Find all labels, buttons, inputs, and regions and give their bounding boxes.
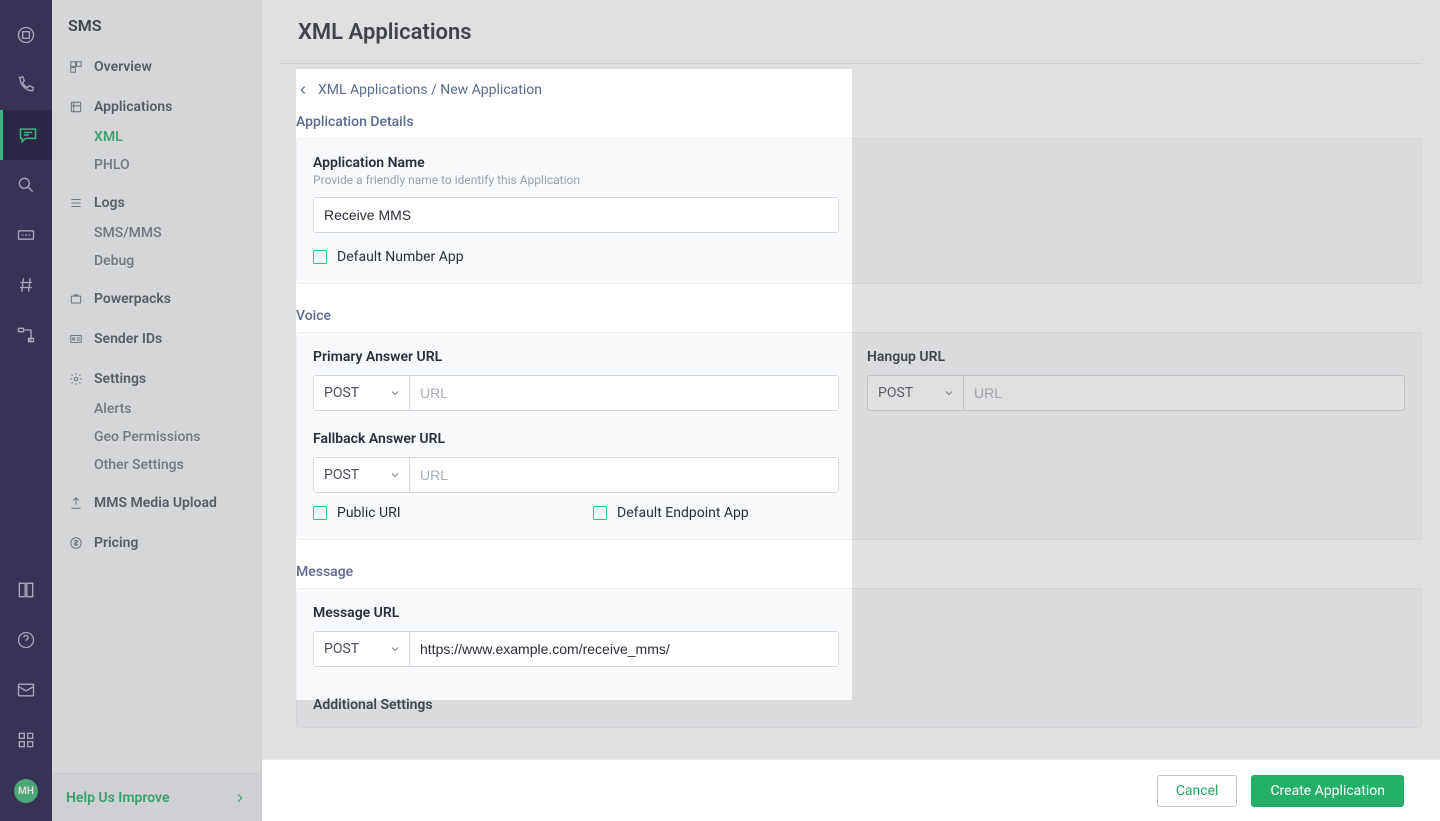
cancel-button[interactable]: Cancel [1157, 775, 1238, 807]
rail-inbox-icon[interactable] [0, 665, 52, 715]
sidebar-item-overview[interactable]: Overview [52, 51, 261, 83]
upload-icon [68, 495, 84, 511]
sidebar-item-label: Logs [94, 195, 125, 211]
sidebar-item-label: MMS Media Upload [94, 495, 217, 511]
rail-search-icon[interactable] [0, 160, 52, 210]
checkbox-public-uri[interactable] [313, 506, 327, 520]
breadcrumb[interactable]: XML Applications / New Application [296, 76, 1422, 108]
label-default-endpoint-app: Default Endpoint App [617, 505, 749, 521]
chevron-right-icon [233, 791, 247, 805]
avatar[interactable]: MH [14, 779, 38, 803]
applications-icon [68, 99, 84, 115]
rail-message-icon[interactable] [0, 110, 52, 160]
chevron-down-icon [943, 387, 955, 399]
sidebar-item-label: Overview [94, 59, 152, 75]
rail-flow-icon[interactable] [0, 310, 52, 360]
help-us-improve[interactable]: Help Us Improve [52, 773, 261, 821]
create-application-button[interactable]: Create Application [1251, 775, 1404, 807]
sidebar-item-label: Applications [94, 99, 172, 115]
sidebar-item-powerpacks[interactable]: Powerpacks [52, 283, 261, 315]
sidebar-item-logs[interactable]: Logs [52, 187, 261, 219]
input-message-url[interactable] [409, 631, 839, 667]
rail-sip-icon[interactable] [0, 210, 52, 260]
gear-icon [68, 371, 84, 387]
sidebar-sub-other[interactable]: Other Settings [52, 451, 261, 479]
sidebar-sub-alerts[interactable]: Alerts [52, 395, 261, 423]
label-fallback-url: Fallback Answer URL [313, 431, 839, 447]
help-label: Help Us Improve [66, 790, 170, 806]
powerpacks-icon [68, 291, 84, 307]
rail-hash-icon[interactable] [0, 260, 52, 310]
section-message: Message [296, 558, 1422, 588]
input-hangup-url[interactable] [963, 375, 1405, 411]
main: XML Applications XML Applications / New … [262, 0, 1440, 821]
sidebar-sub-geo[interactable]: Geo Permissions [52, 423, 261, 451]
select-value: POST [324, 385, 359, 401]
sidebar: SMS Overview Applications XML PHLO Logs … [52, 0, 262, 821]
sidebar-item-label: Pricing [94, 535, 138, 551]
sidebar-item-pricing[interactable]: Pricing [52, 527, 261, 559]
card-message: Message URL POST Additional Settings [296, 588, 1422, 728]
section-app-details: Application Details [296, 108, 1422, 138]
sidebar-item-mms-upload[interactable]: MMS Media Upload [52, 487, 261, 519]
sidebar-item-label: Sender IDs [94, 331, 162, 347]
rail-home-icon[interactable] [0, 10, 52, 60]
sidebar-item-applications[interactable]: Applications [52, 91, 261, 123]
section-voice: Voice [296, 302, 1422, 332]
chevron-down-icon [389, 643, 401, 655]
select-fallback-method[interactable]: POST [313, 457, 409, 493]
select-value: POST [878, 385, 913, 401]
input-primary-url[interactable] [409, 375, 839, 411]
rail-docs-icon[interactable] [0, 565, 52, 615]
rail-apps-icon[interactable] [0, 715, 52, 765]
sidebar-item-senderids[interactable]: Sender IDs [52, 323, 261, 355]
form-panel: XML Applications / New Application Appli… [296, 76, 1422, 759]
input-app-name[interactable] [313, 197, 839, 233]
label-primary-answer-url: Primary Answer URL [313, 349, 839, 365]
pricing-icon [68, 535, 84, 551]
page-title: XML Applications [262, 0, 1440, 63]
card-app-details: Application Name Provide a friendly name… [296, 138, 1422, 284]
card-voice: Primary Answer URL POST Hangup URL [296, 332, 1422, 540]
sidebar-title: SMS [52, 0, 261, 47]
chevron-left-icon [296, 83, 310, 97]
sidebar-sub-phlo[interactable]: PHLO [52, 151, 261, 179]
select-value: POST [324, 641, 359, 657]
sidebar-sub-smsmms[interactable]: SMS/MMS [52, 219, 261, 247]
chevron-down-icon [389, 469, 401, 481]
select-primary-method[interactable]: POST [313, 375, 409, 411]
sidebar-item-label: Powerpacks [94, 291, 171, 307]
label-message-url: Message URL [313, 605, 1405, 621]
select-message-method[interactable]: POST [313, 631, 409, 667]
overview-icon [68, 59, 84, 75]
label-additional-settings: Additional Settings [313, 693, 1405, 713]
rail-help-icon[interactable] [0, 615, 52, 665]
label-public-uri: Public URI [337, 505, 401, 521]
label-app-name: Application Name [313, 155, 1405, 171]
senderids-icon [68, 331, 84, 347]
sidebar-sub-xml[interactable]: XML [52, 123, 261, 151]
input-fallback-url[interactable] [409, 457, 839, 493]
footer-bar: Cancel Create Application [262, 759, 1440, 821]
select-value: POST [324, 467, 359, 483]
select-hangup-method[interactable]: POST [867, 375, 963, 411]
sidebar-item-label: Settings [94, 371, 146, 387]
label-hangup-url: Hangup URL [867, 349, 1405, 365]
icon-rail: MH [0, 0, 52, 821]
label-default-number-app: Default Number App [337, 249, 464, 265]
help-app-name: Provide a friendly name to identify this… [313, 173, 1405, 187]
logs-icon [68, 195, 84, 211]
checkbox-default-number-app[interactable] [313, 250, 327, 264]
chevron-down-icon [389, 387, 401, 399]
sidebar-sub-debug[interactable]: Debug [52, 247, 261, 275]
breadcrumb-text: XML Applications / New Application [318, 82, 542, 98]
sidebar-item-settings[interactable]: Settings [52, 363, 261, 395]
checkbox-default-endpoint-app[interactable] [593, 506, 607, 520]
rail-voice-icon[interactable] [0, 60, 52, 110]
